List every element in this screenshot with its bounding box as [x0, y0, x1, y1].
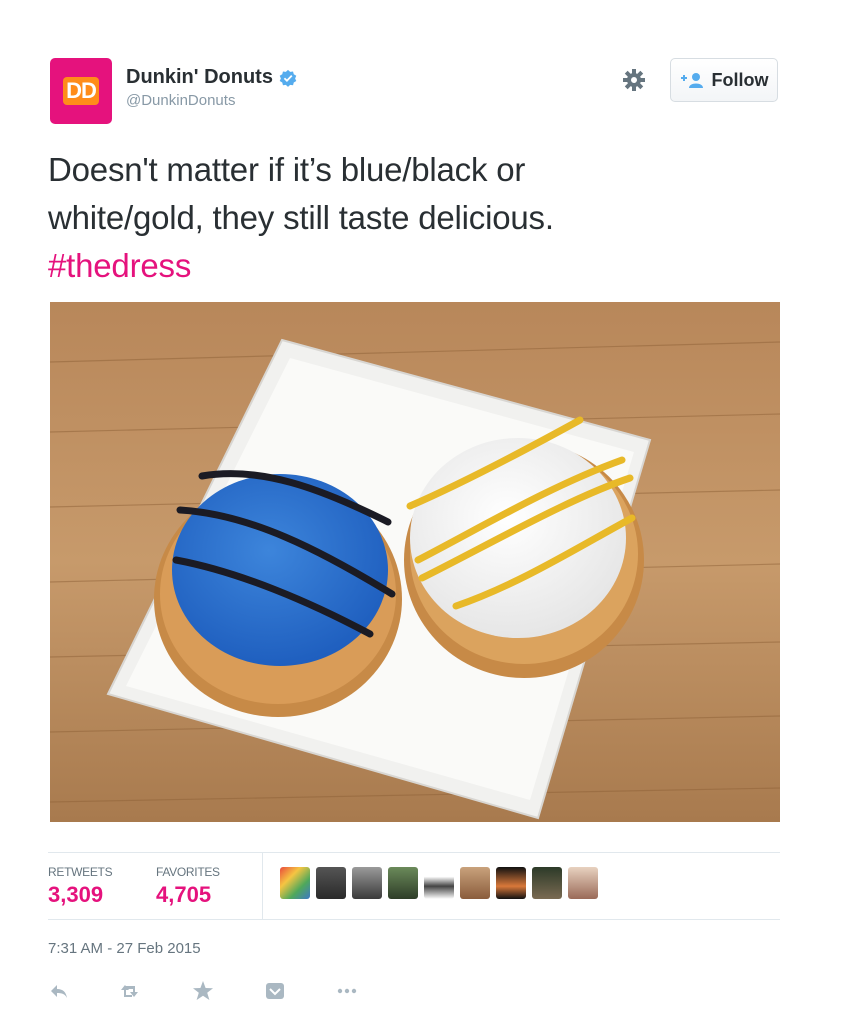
favoriter-avatar[interactable]	[532, 867, 562, 899]
hashtag-link[interactable]: #thedress	[48, 242, 780, 290]
tweet-actions	[48, 980, 408, 1002]
favoriter-avatar[interactable]	[424, 867, 454, 899]
tweet-text-line-1: Doesn't matter if it’s blue/black or	[48, 151, 526, 188]
avatar-logo-text: DD	[63, 77, 99, 105]
retweets-count: 3,309	[48, 882, 104, 907]
favoriter-avatar[interactable]	[316, 867, 346, 899]
user-fullname[interactable]: Dunkin' Donuts	[126, 66, 273, 89]
donuts-photo	[50, 302, 780, 822]
avatar[interactable]: DD	[50, 58, 112, 124]
follow-button-label: Follow	[711, 69, 769, 90]
tweet-timestamp[interactable]: 7:31 AM - 27 Feb 2015	[48, 940, 201, 957]
more-dots-icon[interactable]	[336, 980, 358, 1002]
retweet-icon[interactable]	[120, 980, 142, 1002]
favoriter-avatar[interactable]	[280, 867, 310, 899]
user-fullname-row[interactable]: Dunkin' Donuts	[126, 66, 297, 89]
favorites-count: 4,705	[156, 882, 212, 907]
gear-icon[interactable]	[622, 68, 646, 92]
favoriter-avatar[interactable]	[460, 867, 490, 899]
user-screen-name[interactable]: @DunkinDonuts	[126, 92, 297, 109]
verified-badge-icon	[279, 69, 297, 87]
favorites-stat[interactable]: FAVORITES 4,705	[156, 865, 220, 908]
tweet-stats: RETWEETS 3,309 FAVORITES 4,705	[48, 852, 780, 920]
favoriter-avatar[interactable]	[496, 867, 526, 899]
favoriter-avatar[interactable]	[568, 867, 598, 899]
favorites-label: FAVORITES	[156, 865, 220, 879]
user-names: Dunkin' Donuts @DunkinDonuts	[126, 66, 297, 109]
favoriter-avatar[interactable]	[352, 867, 382, 899]
retweets-label: RETWEETS	[48, 865, 113, 879]
stats-divider	[262, 853, 263, 919]
tweet-text-line-2: white/gold, they still taste delicious.	[48, 199, 554, 236]
reply-icon[interactable]	[48, 980, 70, 1002]
follow-person-icon	[680, 73, 703, 88]
tweet-text: Doesn't matter if it’s blue/black or whi…	[48, 146, 780, 290]
tweet-photo[interactable]	[50, 302, 780, 822]
favoriter-avatar[interactable]	[388, 867, 418, 899]
follow-button[interactable]: Follow	[670, 58, 778, 102]
favoriter-avatars	[280, 867, 598, 899]
retweets-stat[interactable]: RETWEETS 3,309	[48, 865, 113, 908]
pocket-icon[interactable]	[264, 980, 286, 1002]
favorite-star-icon[interactable]	[192, 980, 214, 1002]
